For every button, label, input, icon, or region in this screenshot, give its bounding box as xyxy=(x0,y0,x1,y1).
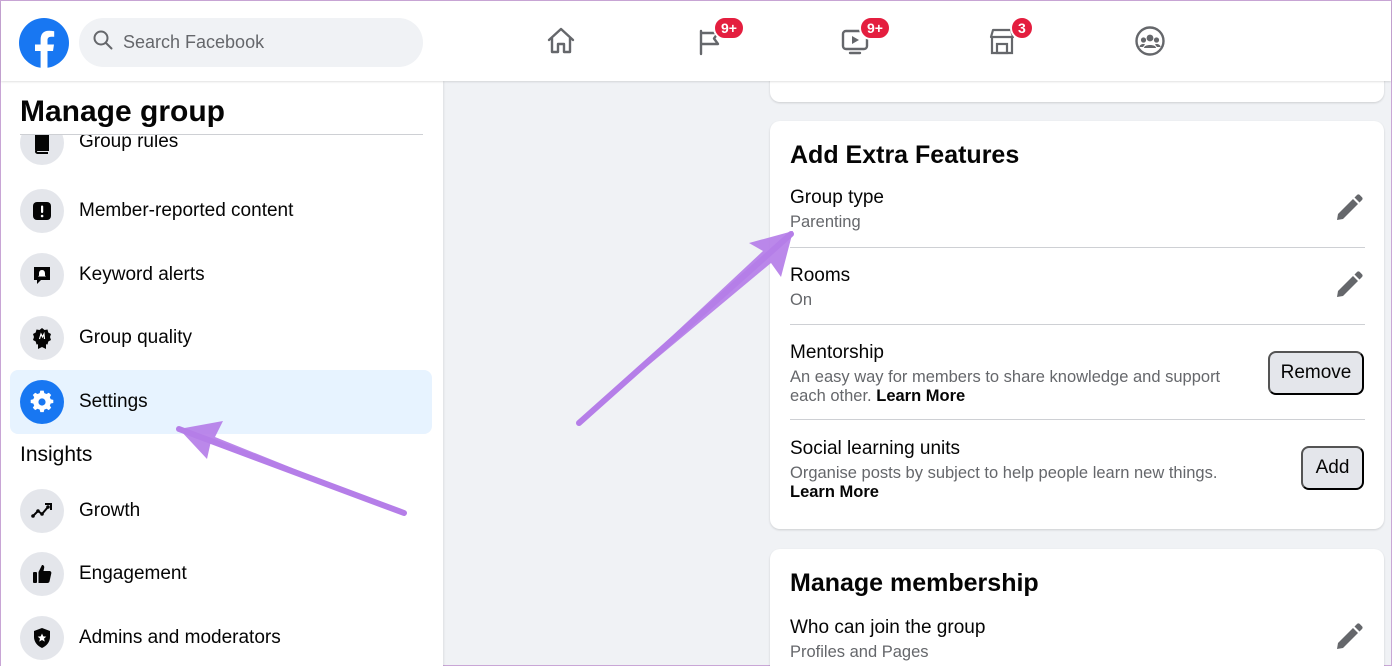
search-icon xyxy=(93,30,113,55)
row-divider xyxy=(790,247,1365,248)
watch-notification-badge: 9+ xyxy=(859,16,891,40)
setting-label: Mentorship xyxy=(790,342,884,363)
setting-value: On xyxy=(790,291,813,309)
setting-description: An easy way for members to share knowled… xyxy=(790,368,1260,406)
row-divider xyxy=(790,419,1365,420)
setting-social-learning-units: Social learning units Organise posts by … xyxy=(790,438,1260,502)
keyword-alert-icon xyxy=(20,253,64,297)
setting-label: Group type xyxy=(790,187,884,208)
setting-value: Parenting xyxy=(790,213,861,231)
social-learning-description: Organise posts by subject to help people… xyxy=(790,464,1218,482)
sidebar-item-label: Admins and moderators xyxy=(79,627,281,648)
search-bar[interactable] xyxy=(79,18,423,67)
sidebar-item-keyword-alerts[interactable]: Keyword alerts xyxy=(10,243,432,307)
learn-more-link-part-2: More xyxy=(839,483,879,501)
thumbs-up-icon xyxy=(20,552,64,596)
card-title: Add Extra Features xyxy=(790,141,1020,169)
sidebar-item-label: Member-reported content xyxy=(79,200,294,221)
sidebar-item-label: Growth xyxy=(79,500,141,521)
mentorship-learn-more-link[interactable]: Learn More xyxy=(876,387,965,405)
pencil-icon xyxy=(1334,193,1364,228)
pencil-icon xyxy=(1334,622,1364,657)
alert-icon xyxy=(20,189,64,233)
manage-group-sidebar: Manage group Group rules Member-reported… xyxy=(1,81,443,666)
sidebar-item-label: Group quality xyxy=(79,327,193,348)
setting-who-can-join: Who can join the group Profiles and Page… xyxy=(790,617,1365,662)
home-icon xyxy=(545,25,577,62)
sidebar-item-admins-and-moderators[interactable]: Admins and moderators xyxy=(10,606,432,666)
setting-mentorship: Mentorship An easy way for members to sh… xyxy=(790,342,1260,406)
insights-section-header: Insights xyxy=(20,443,93,466)
add-extra-features-card: Add Extra Features Group type Parenting … xyxy=(770,121,1384,529)
growth-icon xyxy=(20,489,64,533)
sidebar-item-settings[interactable]: Settings xyxy=(10,370,432,434)
search-input[interactable] xyxy=(123,32,403,53)
setting-value: Profiles and Pages xyxy=(790,643,929,661)
setting-description: Organise posts by subject to help people… xyxy=(790,464,1260,502)
edit-group-type-button[interactable] xyxy=(1332,193,1366,227)
nav-watch[interactable]: 9+ xyxy=(833,16,891,65)
annotation-arrow-group-type xyxy=(576,231,794,426)
sidebar-title: Manage group xyxy=(20,95,226,128)
nav-pages[interactable]: 9+ xyxy=(687,16,745,65)
marketplace-notification-badge: 3 xyxy=(1010,16,1034,40)
nav-home[interactable] xyxy=(539,21,583,65)
pages-notification-badge: 9+ xyxy=(713,16,745,40)
sidebar-item-label: Keyword alerts xyxy=(79,264,205,285)
row-divider xyxy=(790,324,1365,325)
edit-rooms-button[interactable] xyxy=(1332,270,1366,304)
sidebar-item-group-quality[interactable]: Group quality xyxy=(10,306,432,370)
setting-label: Who can join the group xyxy=(790,617,986,638)
sidebar-item-growth[interactable]: Growth xyxy=(10,479,432,543)
social-learning-learn-more-link[interactable]: Learn More xyxy=(790,483,879,501)
facebook-logo-icon[interactable] xyxy=(19,18,69,68)
sidebar-divider xyxy=(20,134,423,135)
add-social-learning-units-button[interactable]: Add xyxy=(1301,446,1364,490)
card-title: Manage membership xyxy=(790,569,1039,597)
quality-badge-icon xyxy=(20,316,64,360)
setting-label: Social learning units xyxy=(790,438,961,459)
setting-group-type: Group type Parenting xyxy=(790,187,1365,232)
sidebar-item-member-reported-content[interactable]: Member-reported content xyxy=(10,179,432,243)
groups-icon xyxy=(1134,25,1166,62)
setting-rooms: Rooms On xyxy=(790,265,1365,310)
shield-icon xyxy=(20,616,64,660)
top-navigation-bar: 9+ 9+ 3 xyxy=(1,1,1391,81)
learn-more-link-part-1: Learn xyxy=(790,483,835,501)
sidebar-item-label: Engagement xyxy=(79,563,187,584)
nav-groups[interactable] xyxy=(1128,21,1172,65)
manage-membership-card: Manage membership Who can join the group… xyxy=(770,549,1384,666)
setting-label: Rooms xyxy=(790,265,851,286)
remove-mentorship-button[interactable]: Remove xyxy=(1268,351,1364,395)
edit-who-can-join-button[interactable] xyxy=(1332,622,1366,656)
sidebar-item-label: Settings xyxy=(79,391,148,412)
mentorship-description: An easy way for members to share knowled… xyxy=(790,368,1221,405)
sidebar-item-engagement[interactable]: Engagement xyxy=(10,542,432,606)
gear-icon xyxy=(20,380,64,424)
pencil-icon xyxy=(1334,270,1364,305)
nav-marketplace[interactable]: 3 xyxy=(980,16,1034,65)
